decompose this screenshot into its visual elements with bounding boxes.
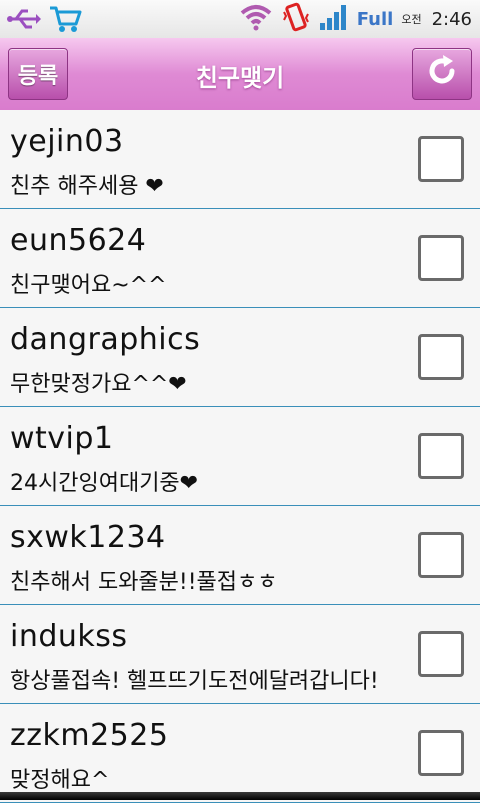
list-item[interactable]: zzkm2525 맞정해요^ [0,704,480,803]
clock: 2:46 [431,8,472,30]
status-message: 맞정해요^ [10,768,110,793]
refresh-button[interactable] [412,48,472,100]
username: dangraphics [10,322,201,357]
username: indukss [10,619,128,654]
list-item[interactable]: yejin03 친추 해주세용 ❤ [0,110,480,209]
friend-list: yejin03 친추 해주세용 ❤ eun5624 친구맺어요~^^ dangr… [0,110,480,803]
list-item[interactable]: indukss 항상풀접속! 헬프뜨기도전에달려갑니다! [0,605,480,704]
select-checkbox[interactable] [418,532,464,578]
select-checkbox[interactable] [418,334,464,380]
refresh-icon [424,53,460,95]
page-title: 친구맺기 [195,64,285,92]
status-message: 친추해서 도와줄분!!풀접ㅎㅎ [10,570,278,595]
wifi-icon [239,3,273,35]
select-checkbox[interactable] [418,235,464,281]
vibrate-icon [281,2,311,36]
list-item[interactable]: wtvip1 24시간잉여대기중❤ [0,407,480,506]
signal-icon [319,3,349,35]
usb-icon [6,5,42,37]
bottom-edge [0,792,480,800]
list-item[interactable]: sxwk1234 친추해서 도와줄분!!풀접ㅎㅎ [0,506,480,605]
network-status: Full [356,8,394,30]
select-checkbox[interactable] [418,631,464,677]
status-message: 무한맞정가요^^❤ [10,372,187,397]
status-message: 항상풀접속! 헬프뜨기도전에달려갑니다! [10,669,379,694]
username: wtvip1 [10,421,114,456]
username: eun5624 [10,223,147,258]
status-message: 친구맺어요~^^ [10,273,167,298]
shopping-cart-icon [48,4,82,38]
list-item[interactable]: dangraphics 무한맞정가요^^❤ [0,308,480,407]
clock-ampm: 오전 [401,13,422,26]
select-checkbox[interactable] [418,433,464,479]
username: zzkm2525 [10,718,169,753]
status-message: 24시간잉여대기중❤ [10,471,199,496]
select-checkbox[interactable] [418,730,464,776]
status-message: 친추 해주세용 ❤ [10,174,164,199]
username: yejin03 [10,124,124,159]
status-bar: Full 오전 2:46 [0,0,480,39]
select-checkbox[interactable] [418,136,464,182]
list-item[interactable]: eun5624 친구맺어요~^^ [0,209,480,308]
username: sxwk1234 [10,520,166,555]
title-bar: 등록 친구맺기 [0,38,480,112]
